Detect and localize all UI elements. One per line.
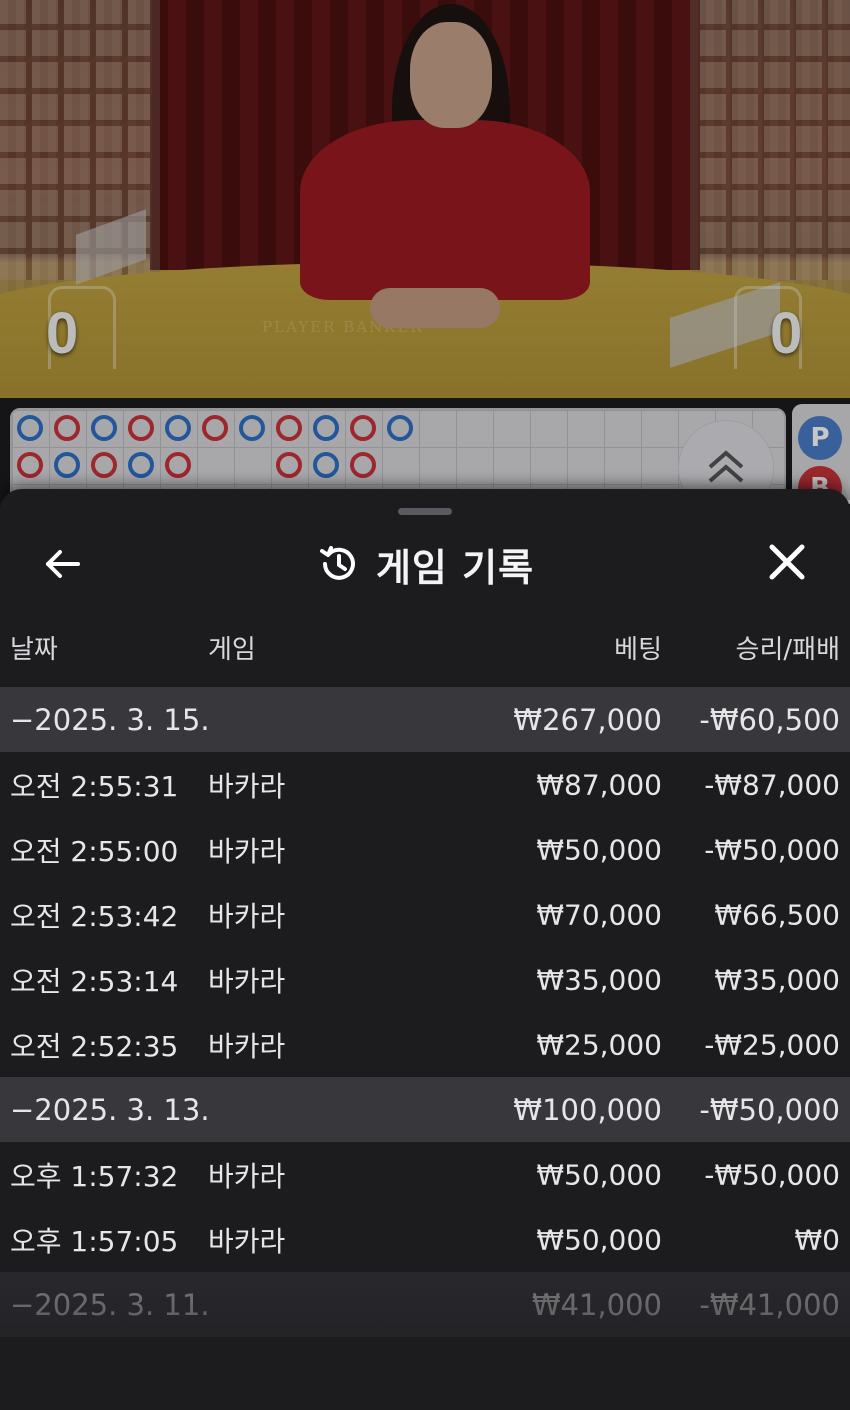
history-row[interactable]: 오후 1:57:05 바카라 ₩50,000 ₩0 [0, 1207, 850, 1272]
row-winloss: ₩35,000 [714, 963, 840, 996]
row-game: 바카라 [208, 769, 286, 803]
row-game: 바카라 [208, 964, 286, 998]
group-winloss-total: -₩41,000 [699, 1287, 840, 1322]
row-bet: ₩70,000 [536, 898, 662, 931]
row-time: 오후 1:57:32 [10, 1159, 179, 1193]
row-time: 오전 2:55:00 [10, 834, 179, 868]
history-row[interactable]: 오전 2:53:42 바카라 ₩70,000 ₩66,500 [0, 882, 850, 947]
row-bet: ₩87,000 [536, 768, 662, 801]
group-winloss-total: -₩60,500 [699, 702, 840, 737]
date-group-header[interactable]: −2025. 3. 15. ₩267,000 -₩60,500 [0, 687, 850, 752]
row-time: 오전 2:53:42 [10, 899, 179, 933]
group-bet-total: ₩100,000 [513, 1092, 662, 1127]
group-bet-total: ₩41,000 [531, 1287, 662, 1322]
row-time: 오전 2:55:31 [10, 769, 179, 803]
game-history-sheet: 게임 기록 날짜 게임 베팅 승리/패배 −2025. 3. 15. ₩267,0… [0, 489, 850, 1410]
row-time: 오후 1:57:05 [10, 1224, 179, 1258]
row-winloss: -₩50,000 [704, 1158, 840, 1191]
row-time: 오전 2:52:35 [10, 1029, 179, 1063]
group-date: −2025. 3. 15. [10, 702, 210, 737]
row-time: 오전 2:53:14 [10, 964, 179, 998]
row-winloss: ₩66,500 [714, 898, 840, 931]
close-icon [769, 544, 805, 580]
row-winloss: ₩0 [794, 1223, 841, 1256]
history-row[interactable]: 오전 2:53:14 바카라 ₩35,000 ₩35,000 [0, 947, 850, 1012]
date-group-header[interactable]: −2025. 3. 13. ₩100,000 -₩50,000 [0, 1077, 850, 1142]
row-winloss: -₩50,000 [704, 833, 840, 866]
date-group-header[interactable]: −2025. 3. 11. ₩41,000 -₩41,000 [0, 1272, 850, 1337]
column-header-bet: 베팅 [614, 635, 662, 665]
column-header-winloss: 승리/패배 [735, 635, 840, 665]
row-game: 바카라 [208, 1159, 286, 1193]
history-row[interactable]: 오후 1:57:32 바카라 ₩50,000 -₩50,000 [0, 1142, 850, 1207]
row-bet: ₩50,000 [536, 1223, 662, 1256]
group-winloss-total: -₩50,000 [699, 1092, 840, 1127]
row-game: 바카라 [208, 1029, 286, 1063]
sheet-header: 게임 기록 [0, 537, 850, 591]
column-headers: 날짜 게임 베팅 승리/패배 [0, 629, 850, 677]
dim-overlay [0, 0, 850, 500]
column-header-game: 게임 [208, 635, 256, 665]
sheet-title: 게임 기록 [375, 545, 535, 590]
row-bet: ₩35,000 [536, 963, 662, 996]
group-bet-total: ₩267,000 [513, 702, 662, 737]
row-game: 바카라 [208, 899, 286, 933]
history-icon [319, 546, 355, 580]
history-row[interactable]: 오전 2:52:35 바카라 ₩25,000 -₩25,000 [0, 1012, 850, 1077]
row-game: 바카라 [208, 834, 286, 868]
history-list: −2025. 3. 15. ₩267,000 -₩60,500 오전 2:55:31 바… [0, 687, 850, 1337]
drag-handle[interactable] [398, 508, 452, 515]
row-winloss: -₩25,000 [704, 1028, 840, 1061]
row-bet: ₩50,000 [536, 1158, 662, 1191]
column-header-date: 날짜 [10, 635, 58, 665]
row-game: 바카라 [208, 1224, 286, 1258]
row-bet: ₩25,000 [536, 1028, 662, 1061]
group-date: −2025. 3. 13. [10, 1092, 210, 1127]
history-row[interactable]: 오전 2:55:00 바카라 ₩50,000 -₩50,000 [0, 817, 850, 882]
history-row[interactable]: 오전 2:55:31 바카라 ₩87,000 -₩87,000 [0, 752, 850, 817]
row-winloss: -₩87,000 [704, 768, 840, 801]
group-date: −2025. 3. 11. [10, 1287, 210, 1322]
row-bet: ₩50,000 [536, 833, 662, 866]
close-button[interactable] [762, 537, 812, 587]
